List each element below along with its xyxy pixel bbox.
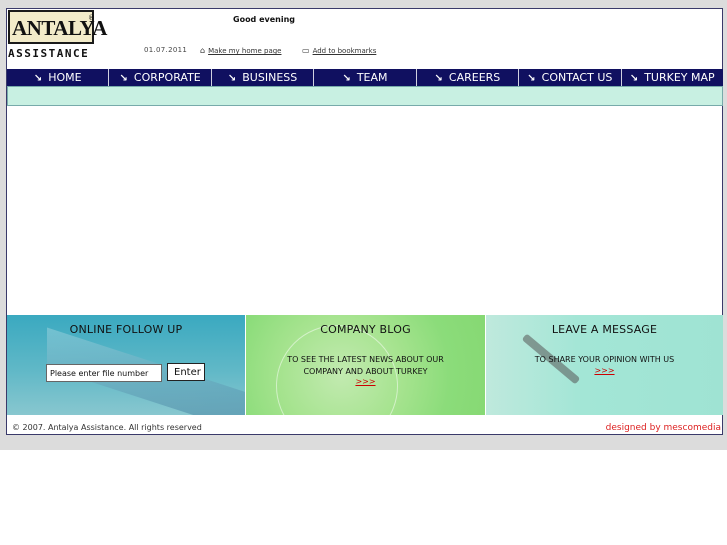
folder-icon: ▭ [302,46,310,55]
current-date: 01.07.2011 [144,46,188,54]
site-logo[interactable]: ANTALYA ® ASSISTANCE [8,10,107,60]
sub-nav-bar [7,86,723,106]
make-home-page-label: Make my home page [208,47,282,55]
online-follow-up-panel: ONLINE FOLLOW UP Enter [7,315,245,415]
copyright-text: © 2007. Antalya Assistance. All rights r… [12,423,202,432]
nav-home[interactable]: ↘ HOME [7,69,110,86]
company-blog-panel: COMPANY BLOG TO SEE THE LATEST NEWS ABOU… [246,315,485,415]
nav-corporate[interactable]: ↘ CORPORATE [109,69,212,86]
add-bookmark-label: Add to bookmarks [312,47,377,55]
nav-home-label: HOME [48,71,82,84]
make-home-page-link[interactable]: ⌂ Make my home page [200,46,281,55]
arrow-icon: ↘ [527,73,536,84]
nav-corporate-label: CORPORATE [133,71,201,84]
nav-careers-label: CAREERS [448,71,501,84]
leave-message-text: TO SHARE YOUR OPINION WITH US [534,355,675,364]
company-blog-more-link[interactable]: >>> [246,377,485,386]
nav-team-label: TEAM [356,71,388,84]
registered-mark: ® [88,14,95,22]
arrow-icon: ↘ [119,73,128,84]
nav-team[interactable]: ↘ TEAM [314,69,417,86]
arrow-icon: ↘ [33,73,43,84]
leave-message-panel: LEAVE A MESSAGE TO SHARE YOUR OPINION WI… [486,315,723,415]
logo-text: ANTALYA [12,16,107,40]
arrow-icon: ↘ [629,73,639,84]
greeting-text: Good evening [233,15,295,24]
nav-contact-us-label: CONTACT US [541,71,613,84]
nav-careers[interactable]: ↘ CAREERS [417,69,520,86]
company-blog-text-line1: TO SEE THE LATEST NEWS ABOUT OUR [287,355,444,364]
home-icon: ⌂ [200,46,206,55]
file-number-input[interactable] [46,364,162,382]
logo-box: ANTALYA ® [8,10,107,44]
enter-button[interactable]: Enter [167,363,205,381]
nav-turkey-map-label: TURKEY MAP [644,71,715,84]
company-blog-title: COMPANY BLOG [320,323,411,336]
online-follow-up-title: ONLINE FOLLOW UP [69,323,183,336]
arrow-icon: ↘ [342,73,351,84]
arrow-icon: ↘ [434,73,443,84]
leave-message-title: LEAVE A MESSAGE [551,323,658,336]
nav-contact-us[interactable]: ↘ CONTACT US [519,69,622,86]
designer-link[interactable]: designed by mescomedia [606,423,721,433]
leave-message-more-link[interactable]: >>> [486,366,723,375]
nav-business-label: BUSINESS [242,71,298,84]
nav-turkey-map[interactable]: ↘ TURKEY MAP [622,69,723,86]
company-blog-text: TO SEE THE LATEST NEWS ABOUT OUR COMPANY… [256,354,475,378]
arrow-icon: ↘ [227,73,237,84]
nav-business[interactable]: ↘ BUSINESS [212,69,315,86]
add-bookmark-link[interactable]: ▭ Add to bookmarks [302,46,376,55]
logo-subtitle: ASSISTANCE [8,47,90,60]
main-nav: ↘ HOME ↘ CORPORATE ↘ BUSINESS ↘ TEAM ↘ CAREER… [7,69,723,86]
